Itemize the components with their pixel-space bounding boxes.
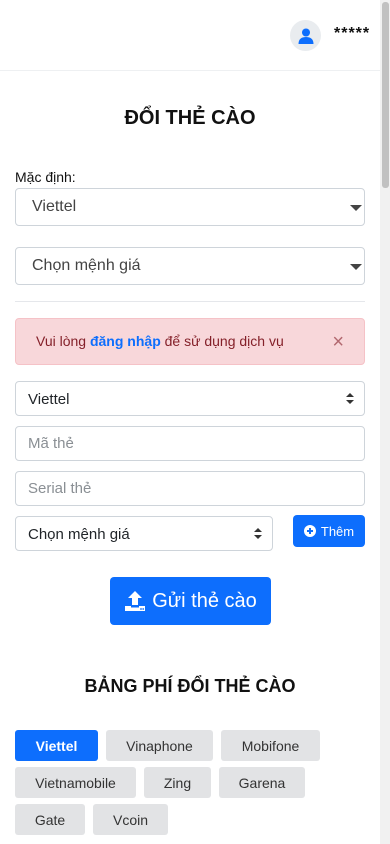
card-code-input[interactable] <box>15 426 365 461</box>
alert-text-after: để sử dụng dịch vụ <box>160 333 284 349</box>
submit-card-button[interactable]: Gửi thẻ cào <box>110 577 271 625</box>
telco-select-value: Viettel <box>28 391 70 408</box>
fee-tab-vietnamobile[interactable]: Vietnamobile <box>15 767 136 798</box>
add-card-label: Thêm <box>320 523 355 539</box>
fee-tab-viettel[interactable]: Viettel <box>15 730 98 761</box>
sort-arrows-icon <box>346 393 354 405</box>
divider <box>15 301 365 302</box>
add-card-button[interactable]: Thêm <box>293 515 365 547</box>
card-serial-input[interactable] <box>15 471 365 506</box>
fee-tab-mobifone[interactable]: Mobifone <box>221 730 320 761</box>
caret-down-icon <box>350 264 362 270</box>
login-link[interactable]: đăng nhập <box>90 333 161 349</box>
scrollbar-thumb[interactable] <box>382 2 389 188</box>
username[interactable]: ***** <box>334 25 370 43</box>
fee-tab-zing[interactable]: Zing <box>144 767 211 798</box>
close-icon[interactable]: × <box>332 332 344 352</box>
fee-tab-gate[interactable]: Gate <box>15 804 85 835</box>
amount-select-value: Chọn mệnh giá <box>28 526 130 543</box>
telco-select[interactable]: Viettel <box>15 381 365 416</box>
default-amount-value: Chọn mệnh giá <box>32 257 141 274</box>
default-telco-value: Viettel <box>32 198 77 215</box>
default-amount-select[interactable]: Chọn mệnh giá <box>15 247 365 285</box>
upload-icon <box>125 591 146 611</box>
submit-card-label: Gửi thẻ cào <box>152 589 257 612</box>
plus-circle-icon <box>303 525 316 537</box>
fee-tab-vcoin[interactable]: Vcoin <box>93 804 168 835</box>
top-header: ***** <box>0 0 380 71</box>
fee-table-title: BẢNG PHÍ ĐỔI THẺ CÀO <box>84 676 296 696</box>
alert-text-before: Vui lòng <box>36 333 90 349</box>
amount-select[interactable]: Chọn mệnh giá <box>15 516 273 551</box>
page-title: ĐỔI THẺ CÀO <box>124 107 256 129</box>
sort-arrows-icon <box>254 528 262 540</box>
fee-tab-vinaphone[interactable]: Vinaphone <box>106 730 213 761</box>
default-telco-select[interactable]: Viettel <box>15 188 365 226</box>
avatar[interactable] <box>290 20 321 51</box>
fee-tab-garena[interactable]: Garena <box>219 767 305 798</box>
login-alert: Vui lòng đăng nhập để sử dụng dịch vụ × <box>15 318 365 365</box>
default-label: Mặc định: <box>15 169 76 185</box>
user-icon <box>298 28 313 44</box>
caret-down-icon <box>350 205 362 211</box>
scrollbar[interactable] <box>380 0 390 844</box>
